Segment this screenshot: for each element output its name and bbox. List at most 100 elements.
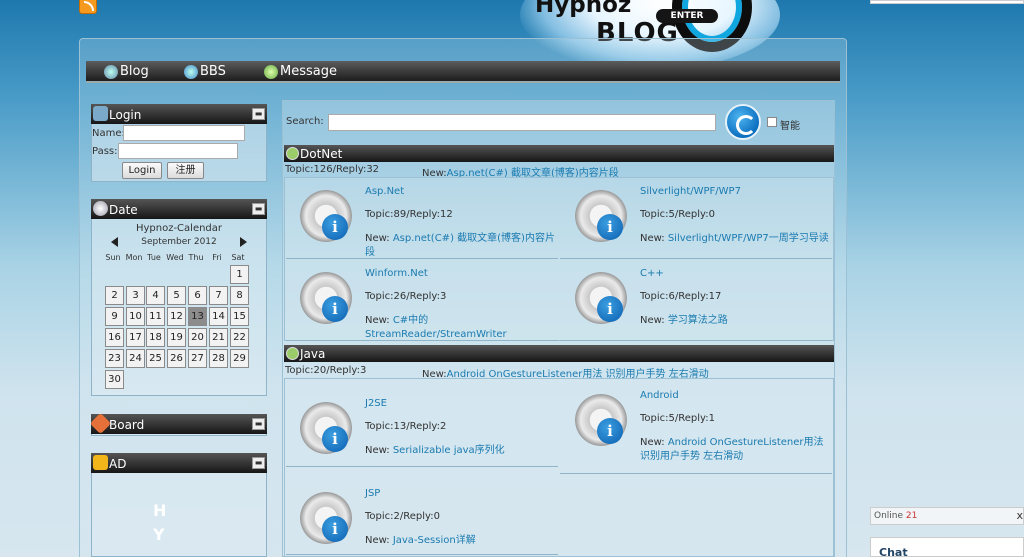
calendar-day[interactable]: 1: [230, 265, 249, 284]
login-panel-header: Login ▬: [91, 104, 267, 124]
board-name-link[interactable]: C++: [640, 268, 664, 279]
calendar-day[interactable]: 3: [126, 286, 145, 305]
latest-post-link[interactable]: Java-Session详解: [393, 535, 476, 546]
pass-input[interactable]: [118, 143, 238, 159]
board-latest: New: 学习算法之路: [640, 314, 830, 328]
latest-post-link[interactable]: Asp.net(C#) 截取文章(博客)内容片段: [365, 233, 555, 258]
section-header-java[interactable]: Java: [284, 345, 834, 362]
board-name-link[interactable]: Asp.Net: [365, 186, 404, 197]
weekday-label: Mon: [125, 253, 143, 262]
board-stats: Topic:6/Reply:17: [640, 291, 722, 302]
info-icon: i: [322, 214, 348, 240]
weekday-label: Sun: [105, 253, 121, 262]
board-divider: [560, 258, 832, 259]
board-name-link[interactable]: J2SE: [365, 398, 387, 409]
board-stats: Topic:13/Reply:2: [365, 421, 447, 432]
calendar-day[interactable]: 28: [209, 349, 228, 368]
name-label: Name:: [92, 128, 125, 139]
weekday-label: Sat: [231, 253, 245, 262]
weekday-label: Wed: [166, 253, 184, 262]
section-title: DotNet: [300, 147, 343, 161]
collapse-icon[interactable]: ▬: [252, 108, 265, 120]
weekday-label: Thu: [188, 253, 204, 262]
calendar-day[interactable]: 21: [209, 328, 228, 347]
calendar-day[interactable]: 22: [230, 328, 249, 347]
search-input[interactable]: [328, 114, 716, 131]
calendar-day[interactable]: 20: [188, 328, 207, 347]
nav-bbs[interactable]: BBS: [184, 63, 226, 81]
latest-post-link[interactable]: 学习算法之路: [668, 315, 728, 326]
board-name-link[interactable]: JSP: [365, 488, 380, 499]
calendar-day[interactable]: 9: [105, 307, 124, 326]
latest-post-link[interactable]: Silverlight/WPF/WP7一周学习导读: [668, 233, 829, 244]
section-header-dotnet[interactable]: DotNet: [284, 145, 834, 162]
next-month-icon[interactable]: [240, 237, 247, 247]
calendar-day[interactable]: 26: [167, 349, 186, 368]
calendar-day[interactable]: 24: [126, 349, 145, 368]
message-icon: [264, 65, 278, 79]
calendar-day[interactable]: 23: [105, 349, 124, 368]
rss-icon[interactable]: [79, 0, 97, 14]
calendar-day[interactable]: 12: [167, 307, 186, 326]
calendar-day[interactable]: 10: [126, 307, 145, 326]
login-panel-title: Login: [109, 108, 142, 122]
name-input[interactable]: [123, 125, 245, 141]
section-icon: [286, 147, 299, 160]
calendar-day[interactable]: 5: [167, 286, 186, 305]
login-button[interactable]: Login: [122, 162, 162, 179]
calendar-day[interactable]: 6: [188, 286, 207, 305]
smart-checkbox[interactable]: [767, 117, 777, 127]
collapse-icon[interactable]: ▬: [252, 418, 265, 430]
calendar-day-today[interactable]: 13: [188, 307, 207, 326]
board-stats: Topic:5/Reply:1: [640, 413, 715, 424]
board-name-link[interactable]: Winform.Net: [365, 268, 428, 279]
nav-message[interactable]: Message: [264, 63, 337, 81]
info-icon: i: [322, 296, 348, 322]
section-stats: Topic:20/Reply:3: [285, 365, 367, 376]
enter-button[interactable]: ENTER: [656, 9, 718, 23]
calendar-day[interactable]: 27: [188, 349, 207, 368]
board-latest: New: Android OnGestureListener用法 识别用户手势 …: [640, 436, 830, 464]
calendar-day[interactable]: 17: [126, 328, 145, 347]
calendar-day[interactable]: 2: [105, 286, 124, 305]
calendar-day[interactable]: 8: [230, 286, 249, 305]
close-icon[interactable]: x: [1016, 508, 1023, 524]
new-prefix: New:: [365, 233, 393, 244]
calendar-day[interactable]: 30: [105, 370, 124, 389]
calendar-day[interactable]: 7: [209, 286, 228, 305]
calendar-day[interactable]: 29: [230, 349, 249, 368]
chat-bar[interactable]: Chat: [870, 537, 1024, 557]
info-icon: i: [322, 426, 348, 452]
chat-label: Chat: [879, 546, 908, 557]
lock-icon: [93, 106, 108, 121]
board-panel-header: Board ▬: [89, 412, 267, 435]
calendar-day[interactable]: 4: [146, 286, 165, 305]
search-button[interactable]: [725, 104, 761, 140]
calendar-day[interactable]: 15: [230, 307, 249, 326]
online-count: 21: [905, 511, 918, 521]
calendar-day[interactable]: 16: [105, 328, 124, 347]
nav-blog[interactable]: Blog: [104, 63, 149, 81]
board-panel: [91, 434, 267, 436]
new-prefix: New:: [365, 535, 393, 546]
calendar-day[interactable]: 14: [209, 307, 228, 326]
register-button[interactable]: 注册: [167, 162, 204, 179]
ad-text: HY: [153, 501, 167, 544]
board-name-link[interactable]: Silverlight/WPF/WP7: [640, 186, 741, 197]
calendar-title: Hypnoz-Calendar: [135, 223, 223, 234]
blog-icon: [104, 65, 118, 79]
latest-post-link[interactable]: Serializable java序列化: [393, 445, 505, 456]
latest-post-link[interactable]: Android OnGestureListener用法 识别用户手势 左右滑动: [640, 437, 824, 462]
date-panel-header: Date ▬: [91, 199, 267, 219]
pass-label: Pass:: [92, 146, 118, 157]
calendar-day[interactable]: 19: [167, 328, 186, 347]
calendar-day[interactable]: 25: [146, 349, 165, 368]
board-latest: New: C#中的StreamReader/StreamWriter: [365, 314, 555, 342]
collapse-icon[interactable]: ▬: [252, 203, 265, 215]
calendar-day[interactable]: 18: [146, 328, 165, 347]
collapse-icon[interactable]: ▬: [252, 457, 265, 469]
ad-panel-title: AD: [109, 457, 127, 471]
board-name-link[interactable]: Android: [640, 390, 679, 401]
board-stats: Topic:89/Reply:12: [365, 209, 453, 220]
calendar-day[interactable]: 11: [146, 307, 165, 326]
